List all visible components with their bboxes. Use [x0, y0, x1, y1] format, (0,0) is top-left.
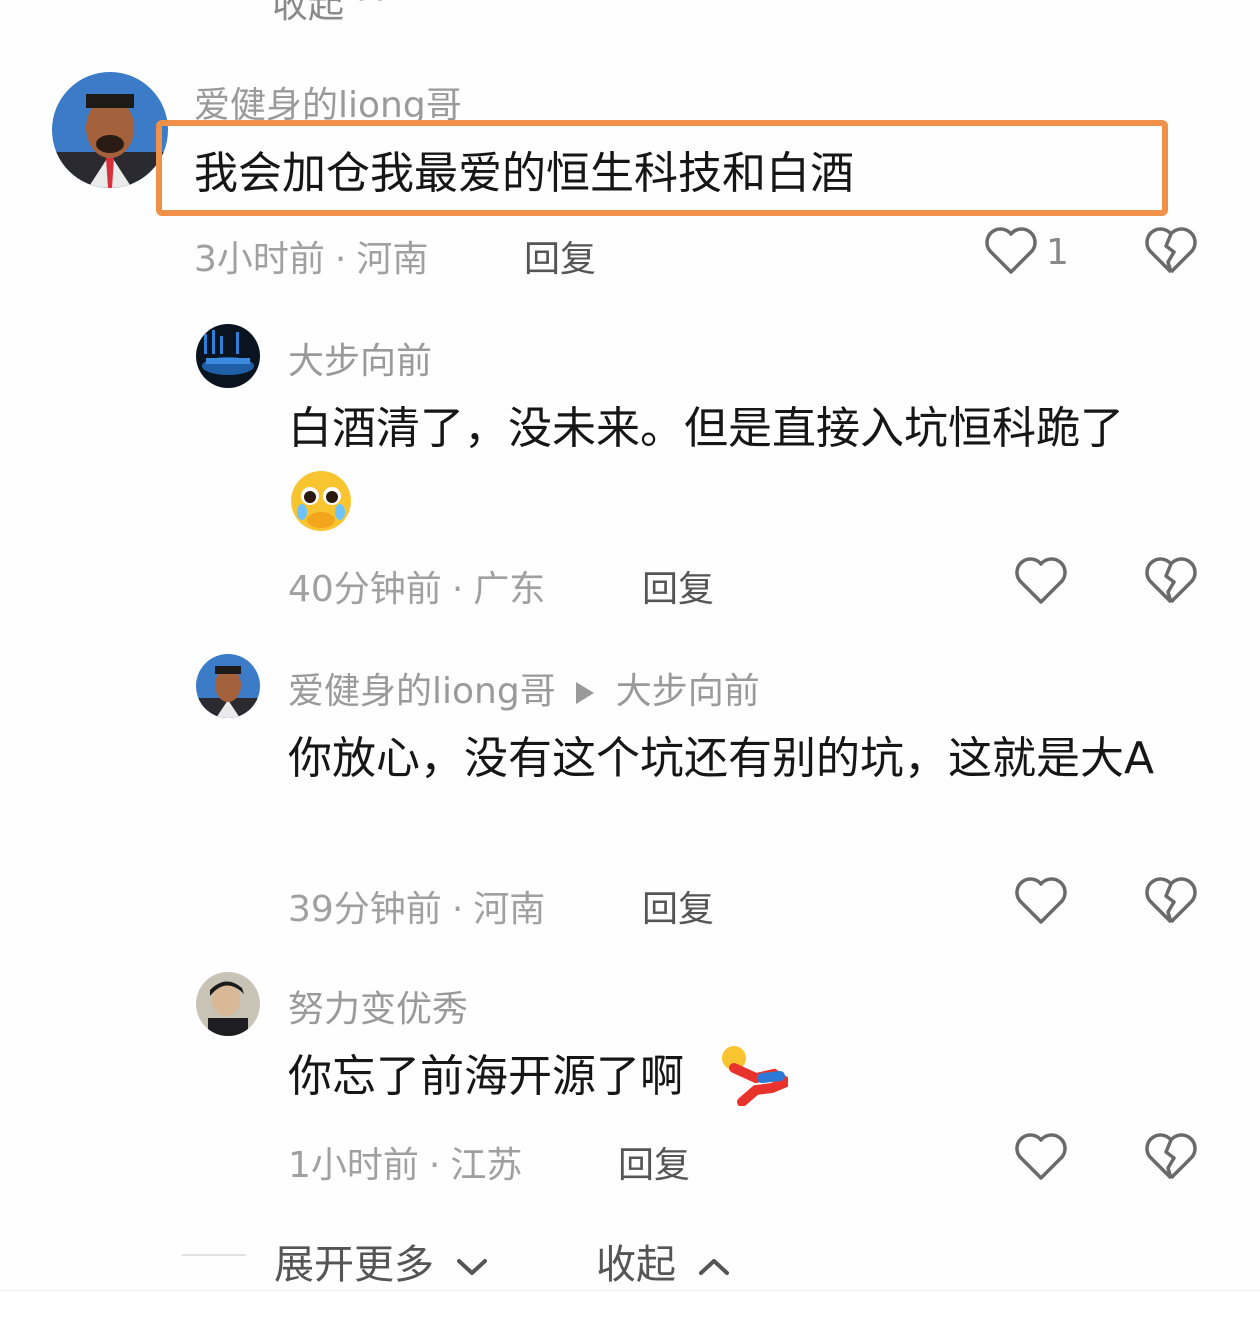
- collapse-label: 收起: [596, 1242, 676, 1288]
- reply-text: 白酒清了，没未来。但是直接入坑恒科跪了: [288, 403, 1124, 454]
- reply-button[interactable]: 回复: [642, 560, 714, 612]
- like-heart-icon[interactable]: [984, 226, 1038, 280]
- avatar-reply-2[interactable]: [196, 654, 260, 718]
- main-comment-text: 我会加仓我最爱的恒生科技和白酒: [194, 148, 854, 199]
- comment-thread: 收起 ^ 爱健身的liong哥 我会加仓我最爱的恒生科技和白酒 3小时前 · 河南 …: [0, 0, 1260, 1318]
- reply-button[interactable]: 回复: [524, 230, 596, 282]
- comment-location: 江苏: [450, 1145, 523, 1186]
- pleading-face-emoji-icon: [288, 468, 354, 538]
- meta-separator: ·: [334, 239, 347, 280]
- reply-meta: 40分钟前 · 广东: [288, 560, 545, 612]
- avatar-main-commenter[interactable]: [52, 72, 168, 188]
- avatar-reply-1[interactable]: [196, 324, 260, 388]
- dislike-broken-heart-icon[interactable]: [1144, 226, 1198, 280]
- reply-author[interactable]: 爱健身的liong哥: [288, 671, 556, 712]
- dislike-broken-heart-icon[interactable]: [1144, 1132, 1198, 1186]
- chevron-up-icon: [698, 1259, 729, 1275]
- chevron-down-icon: [456, 1259, 487, 1275]
- falling-person-emoji-icon: [716, 1044, 797, 1110]
- reply-text: 你忘了前海开源了啊: [288, 1044, 684, 1110]
- bottom-bar: [0, 1290, 1260, 1318]
- dislike-broken-heart-icon[interactable]: [1144, 556, 1198, 610]
- comment-time: 1小时前: [288, 1145, 419, 1186]
- avatar-reply-3[interactable]: [196, 972, 260, 1036]
- comment-location: 河南: [356, 239, 429, 280]
- meta-separator: ·: [451, 889, 464, 930]
- reply-meta: 39分钟前 · 河南: [288, 880, 545, 932]
- reply-text: 你放心，没有这个坑还有别的坑，这就是大A: [288, 733, 1155, 784]
- main-comment-meta: 3小时前 · 河南: [194, 230, 428, 282]
- like-heart-icon[interactable]: [1014, 556, 1068, 610]
- like-heart-icon[interactable]: [1014, 1132, 1068, 1186]
- reply-to-user[interactable]: 大步向前: [616, 671, 760, 712]
- like-heart-icon[interactable]: [1014, 876, 1068, 930]
- reply-button[interactable]: 回复: [642, 880, 714, 932]
- reply-text-content: 你忘了前海开源了啊: [288, 1051, 684, 1102]
- collapse-button-top[interactable]: 收起 ^: [272, 0, 386, 28]
- footer-divider: [182, 1254, 246, 1256]
- comment-location: 广东: [473, 569, 546, 610]
- collapse-button[interactable]: 收起: [596, 1232, 731, 1290]
- reply-meta: 1小时前 · 江苏: [288, 1136, 522, 1188]
- comment-location: 河南: [473, 889, 546, 930]
- reply-to-arrow-icon: [575, 682, 594, 704]
- reply-username[interactable]: 大步向前: [288, 332, 432, 384]
- dislike-broken-heart-icon[interactable]: [1144, 876, 1198, 930]
- meta-separator: ·: [451, 569, 464, 610]
- comment-time: 39分钟前: [288, 889, 442, 930]
- meta-separator: ·: [428, 1145, 441, 1186]
- comment-time: 3小时前: [194, 239, 325, 280]
- reply-username: 爱健身的liong哥 大步向前: [288, 662, 760, 714]
- expand-more-label: 展开更多: [274, 1242, 434, 1288]
- reply-username[interactable]: 努力变优秀: [288, 980, 468, 1032]
- comment-time: 40分钟前: [288, 569, 442, 610]
- reply-button[interactable]: 回复: [618, 1136, 690, 1188]
- expand-more-button[interactable]: 展开更多: [274, 1232, 489, 1290]
- like-count: 1: [1046, 232, 1069, 273]
